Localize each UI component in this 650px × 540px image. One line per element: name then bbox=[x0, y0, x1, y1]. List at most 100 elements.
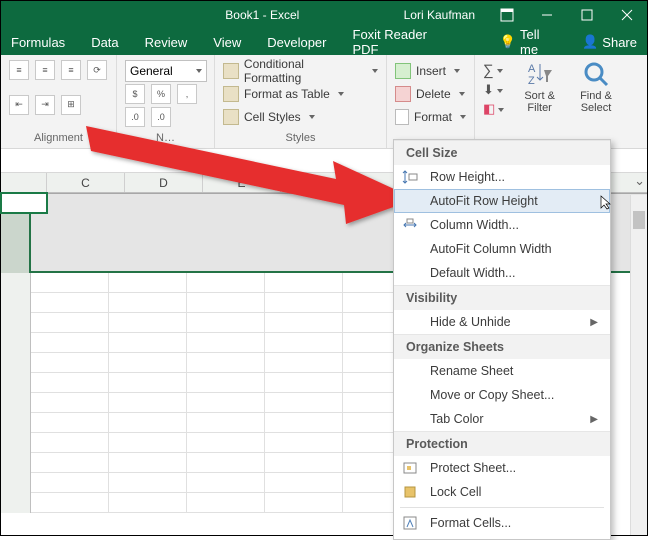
delete-label: Delete bbox=[416, 87, 451, 101]
chevron-down-icon bbox=[372, 69, 378, 73]
menu-column-width[interactable]: Column Width... bbox=[394, 213, 610, 237]
conditional-formatting-button[interactable]: Conditional Formatting bbox=[223, 60, 378, 82]
menu-autofit-row-height[interactable]: AutoFit Row Height bbox=[394, 189, 610, 213]
format-as-table-button[interactable]: Format as Table bbox=[223, 83, 378, 105]
fill-icon[interactable]: ⬇ bbox=[483, 82, 504, 98]
menu-header-cellsize: Cell Size bbox=[394, 140, 610, 165]
tell-me-label: Tell me bbox=[520, 27, 556, 57]
conditional-formatting-label: Conditional Formatting bbox=[244, 57, 364, 85]
svg-text:Z: Z bbox=[528, 75, 535, 87]
insert-label: Insert bbox=[416, 64, 446, 78]
cell-styles-icon bbox=[223, 109, 239, 125]
protect-sheet-icon bbox=[402, 460, 418, 476]
menu-row-height-label: Row Height... bbox=[430, 170, 505, 184]
format-cells-icon bbox=[402, 515, 418, 531]
tab-data[interactable]: Data bbox=[91, 35, 118, 50]
maximize-button[interactable] bbox=[567, 1, 607, 29]
cursor-icon bbox=[599, 194, 615, 210]
minimize-button[interactable] bbox=[527, 1, 567, 29]
indent-icon[interactable]: ⇥ bbox=[35, 95, 55, 115]
sort-filter-button[interactable]: AZ Sort & Filter bbox=[519, 60, 561, 148]
format-icon bbox=[395, 109, 409, 125]
col-header[interactable]: E bbox=[203, 173, 281, 192]
user-name: Lori Kaufman bbox=[404, 8, 475, 22]
menu-format-cells[interactable]: Format Cells... bbox=[394, 511, 610, 535]
col-header[interactable] bbox=[1, 173, 47, 192]
menu-autofit-column-width[interactable]: AutoFit Column Width bbox=[394, 237, 610, 261]
menu-rename-label: Rename Sheet bbox=[430, 364, 513, 378]
insert-icon bbox=[395, 63, 411, 79]
chevron-down-icon bbox=[338, 92, 344, 96]
col-header[interactable]: D bbox=[125, 173, 203, 192]
col-header[interactable]: C bbox=[47, 173, 125, 192]
menu-lock-label: Lock Cell bbox=[430, 485, 481, 499]
tab-foxit[interactable]: Foxit Reader PDF bbox=[353, 27, 448, 57]
chevron-down-icon bbox=[454, 69, 460, 73]
align-left-icon[interactable]: ≡ bbox=[9, 60, 29, 80]
tab-formulas[interactable]: Formulas bbox=[11, 35, 65, 50]
cell-styles-label: Cell Styles bbox=[244, 110, 301, 124]
menu-column-width-label: Column Width... bbox=[430, 218, 519, 232]
format-dropdown-menu: Cell Size Row Height... AutoFit Row Heig… bbox=[393, 139, 611, 540]
column-width-icon bbox=[402, 217, 418, 233]
currency-icon[interactable]: $ bbox=[125, 84, 145, 104]
decrease-decimal-icon[interactable]: .0 bbox=[151, 107, 171, 127]
lock-cell-icon bbox=[402, 484, 418, 500]
insert-cells-button[interactable]: Insert bbox=[395, 60, 466, 82]
autosum-icon[interactable]: ∑ bbox=[483, 62, 504, 79]
menu-tab-color[interactable]: Tab Color▶ bbox=[394, 407, 610, 431]
submenu-arrow-icon: ▶ bbox=[590, 317, 598, 328]
share-label: Share bbox=[602, 35, 637, 50]
find-select-button[interactable]: Find & Select bbox=[575, 60, 617, 148]
window-title: Book1 - Excel bbox=[121, 8, 404, 22]
menu-protect-sheet[interactable]: Protect Sheet... bbox=[394, 456, 610, 480]
menu-header-sheets: Organize Sheets bbox=[394, 334, 610, 359]
active-cell[interactable] bbox=[1, 193, 47, 213]
menu-lock-cell[interactable]: Lock Cell bbox=[394, 480, 610, 504]
sort-filter-icon: AZ bbox=[526, 60, 554, 88]
tab-developer[interactable]: Developer bbox=[267, 35, 326, 50]
increase-decimal-icon[interactable]: .0 bbox=[125, 107, 145, 127]
scrollbar-thumb[interactable] bbox=[633, 211, 645, 229]
menu-move-copy-sheet[interactable]: Move or Copy Sheet... bbox=[394, 383, 610, 407]
ribbon-display-options-icon[interactable] bbox=[487, 1, 527, 29]
vertical-scrollbar[interactable] bbox=[630, 195, 647, 535]
comma-icon[interactable]: , bbox=[177, 84, 197, 104]
share-button[interactable]: 👤Share bbox=[582, 34, 637, 50]
col-header[interactable]: F bbox=[281, 173, 359, 192]
row-header[interactable] bbox=[1, 273, 31, 293]
ribbon: ≡≡≡⟳ ⇤⇥⊞ Alignment General $%, .0.0 N… C… bbox=[1, 55, 647, 149]
menu-row-height[interactable]: Row Height... bbox=[394, 165, 610, 189]
tab-review[interactable]: Review bbox=[145, 35, 188, 50]
cell-styles-button[interactable]: Cell Styles bbox=[223, 106, 378, 128]
orientation-icon[interactable]: ⟳ bbox=[87, 60, 107, 80]
delete-cells-button[interactable]: Delete bbox=[395, 83, 466, 105]
align-right-icon[interactable]: ≡ bbox=[61, 60, 81, 80]
outdent-icon[interactable]: ⇤ bbox=[9, 95, 29, 115]
find-select-icon bbox=[582, 60, 610, 88]
submenu-arrow-icon: ▶ bbox=[590, 414, 598, 425]
tell-me[interactable]: 💡Tell me bbox=[500, 27, 556, 57]
close-button[interactable] bbox=[607, 1, 647, 29]
merge-icon[interactable]: ⊞ bbox=[61, 95, 81, 115]
formula-bar-expand-icon[interactable]: ⌄ bbox=[634, 173, 645, 189]
menu-move-label: Move or Copy Sheet... bbox=[430, 388, 554, 402]
format-cells-button[interactable]: Format bbox=[395, 106, 466, 128]
chevron-down-icon bbox=[459, 92, 465, 96]
menu-default-width-label: Default Width... bbox=[430, 266, 515, 280]
number-format-combo[interactable]: General bbox=[125, 60, 207, 82]
tab-view[interactable]: View bbox=[213, 35, 241, 50]
menu-hide-unhide[interactable]: Hide & Unhide▶ bbox=[394, 310, 610, 334]
align-center-icon[interactable]: ≡ bbox=[35, 60, 55, 80]
chevron-down-icon bbox=[196, 69, 202, 73]
menu-autofit-col-label: AutoFit Column Width bbox=[430, 242, 552, 256]
menu-autofit-row-label: AutoFit Row Height bbox=[430, 194, 538, 208]
menu-default-width[interactable]: Default Width... bbox=[394, 261, 610, 285]
menu-rename-sheet[interactable]: Rename Sheet bbox=[394, 359, 610, 383]
svg-text:A: A bbox=[528, 63, 536, 75]
format-as-table-label: Format as Table bbox=[244, 87, 330, 101]
percent-icon[interactable]: % bbox=[151, 84, 171, 104]
clear-icon[interactable]: ◧ bbox=[483, 101, 504, 117]
group-number-label: N… bbox=[125, 129, 206, 148]
menu-protect-label: Protect Sheet... bbox=[430, 461, 516, 475]
